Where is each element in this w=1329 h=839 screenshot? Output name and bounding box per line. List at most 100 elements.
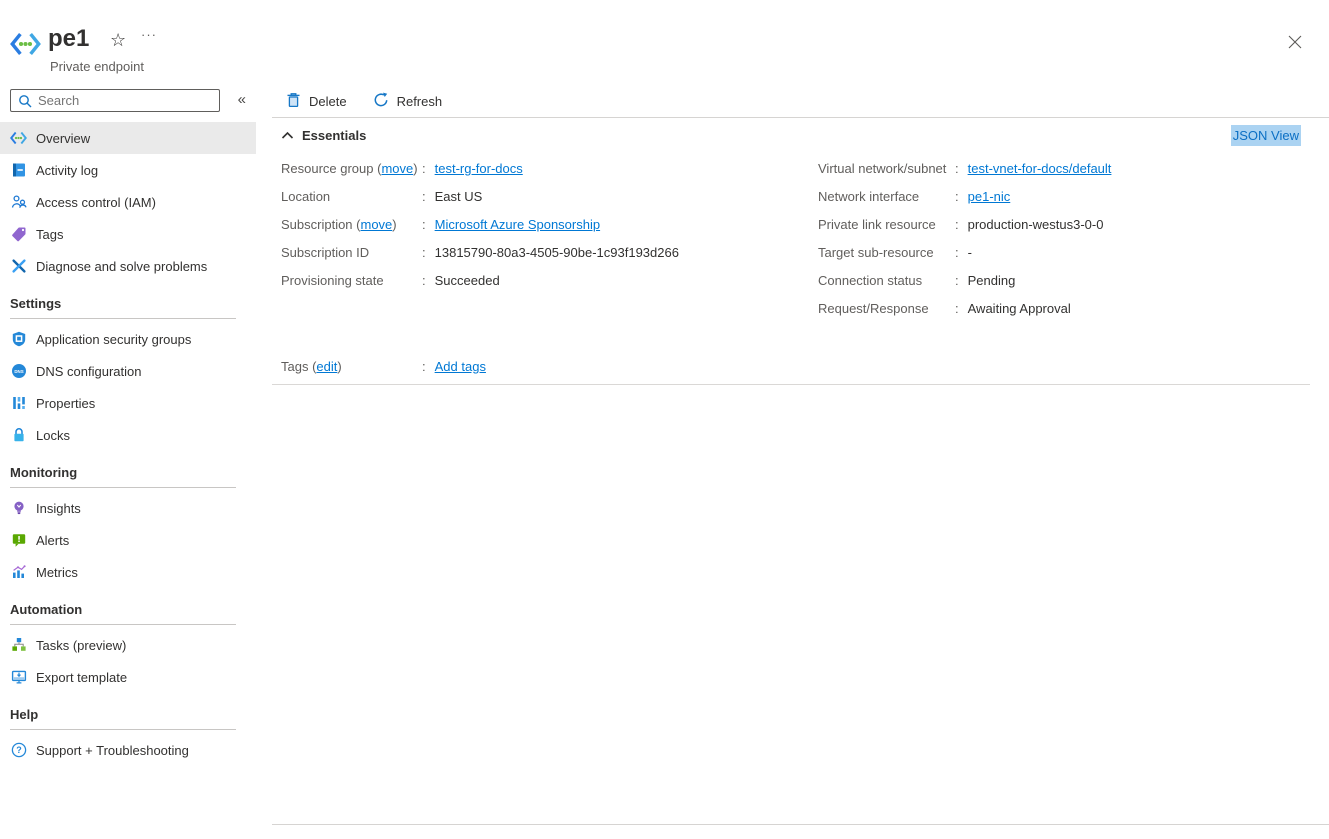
page-header: pe1 ☆ ··· Private endpoint [0,0,1329,86]
search-input[interactable] [38,93,219,108]
sidebar-item-export-template[interactable]: Export template [0,661,256,693]
refresh-icon [373,92,389,111]
sidebar-item-overview[interactable]: Overview [0,122,256,154]
azure-portal-private-endpoint-page: pe1 ☆ ··· Private endpoint « Overview Act… [0,0,1329,839]
essentials-value: Awaiting Approval [968,301,1071,316]
colon-separator: : [955,217,959,232]
more-options-icon[interactable]: ··· [141,27,157,42]
essentials-label: Tags (edit) [281,359,422,374]
essentials-header: Essentials JSON View [256,118,1329,152]
json-view-link[interactable]: JSON View [1231,125,1301,146]
search-icon [18,94,32,108]
properties-icon [10,395,27,412]
section-divider [10,318,236,319]
private-endpoint-icon [10,130,27,147]
sidebar-item-label: Properties [36,396,95,411]
sidebar-section-heading-automation: Automation [0,602,256,624]
svg-text:?: ? [16,745,22,755]
sidebar-item-diagnose-and-solve-problems[interactable]: Diagnose and solve problems [0,250,256,282]
essentials-label: Connection status [818,273,955,288]
sidebar-item-support-troubleshooting[interactable]: ? Support + Troubleshooting [0,734,256,766]
sidebar-item-tasks-preview[interactable]: Tasks (preview) [0,629,256,661]
essentials-value: East US [435,189,483,204]
essentials-label: Provisioning state [281,273,422,288]
page-bottom-divider [272,824,1329,825]
essentials-value-link-microsoft-azure-sponsorship[interactable]: Microsoft Azure Sponsorship [435,217,600,232]
essentials-label: Request/Response [818,301,955,316]
sidebar-item-access-control-iam[interactable]: Access control (IAM) [0,186,256,218]
sidebar-item-label: Support + Troubleshooting [36,743,189,758]
sidebar-item-application-security-groups[interactable]: Application security groups [0,323,256,355]
access-control-icon [10,194,27,211]
colon-separator: : [422,273,426,288]
diagnose-icon [10,258,27,275]
essentials-label-link-edit[interactable]: edit [316,359,337,374]
sidebar-item-label: Alerts [36,533,69,548]
essentials-grid: Resource group (move): test-rg-for-docs Lo… [256,154,1329,322]
page-title: pe1 [48,26,89,52]
sidebar-item-dns-configuration[interactable]: DNS DNS configuration [0,355,256,387]
sidebar-section-heading-help: Help [0,707,256,729]
essentials-row: Tags (edit):Add tags [281,352,1329,380]
essentials-row: Virtual network/subnet: test-vnet-for-doc… [818,154,1329,182]
essentials-bottom-divider [272,384,1310,385]
essentials-value-link-add-tags[interactable]: Add tags [435,359,486,374]
delete-button-label: Delete [309,94,347,109]
sidebar-item-metrics[interactable]: Metrics [0,556,256,588]
essentials-collapse-toggle[interactable]: Essentials [281,128,366,143]
toolbar: Delete Refresh [256,86,1329,117]
essentials-row: Connection status:Pending [818,266,1329,294]
chevron-up-icon [281,128,294,143]
sidebar-item-label: Overview [36,131,90,146]
section-divider [10,487,236,488]
page-subtitle: Private endpoint [50,59,144,74]
refresh-button-label: Refresh [397,94,443,109]
sidebar-section-heading-settings: Settings [0,296,256,318]
essentials-label-link-move[interactable]: move [381,161,413,176]
refresh-button[interactable]: Refresh [373,92,443,111]
colon-separator: : [955,161,959,176]
sidebar-item-activity-log[interactable]: Activity log [0,154,256,186]
sidebar-item-tags[interactable]: Tags [0,218,256,250]
collapse-sidebar-icon[interactable]: « [235,91,249,108]
essentials-label: Network interface [818,189,955,204]
essentials-label: Virtual network/subnet [818,161,955,176]
essentials-row: Provisioning state: Succeeded [281,266,818,294]
sidebar-item-label: Tasks (preview) [36,638,126,653]
colon-separator: : [422,217,426,232]
colon-separator: : [955,273,959,288]
essentials-value-link-test-vnet-for-docs-default[interactable]: test-vnet-for-docs/default [968,161,1112,176]
delete-button[interactable]: Delete [286,92,347,111]
application-security-groups-icon [10,331,27,348]
sidebar-menu: Overview Activity logAccess control (IAM)… [0,122,256,766]
colon-separator: : [955,301,959,316]
support-icon: ? [10,742,27,759]
sidebar-item-alerts[interactable]: Alerts [0,524,256,556]
delete-icon [286,92,301,111]
sidebar: « Overview Activity logAccess control (IA… [0,86,256,839]
essentials-value: 13815790-80a3-4505-90be-1c93f193d266 [435,245,679,260]
essentials-value: - [968,245,972,260]
svg-text:DNS: DNS [14,369,23,374]
essentials-label: Resource group (move) [281,161,422,176]
sidebar-item-label: DNS configuration [36,364,142,379]
sidebar-item-locks[interactable]: Locks [0,419,256,451]
sidebar-search-row: « [0,86,256,119]
locks-icon [10,427,27,444]
sidebar-item-label: Diagnose and solve problems [36,259,207,274]
section-divider [10,729,236,730]
tags-row: Tags (edit):Add tags [256,352,1329,380]
essentials-label: Private link resource [818,217,955,232]
essentials-label-link-move[interactable]: move [360,217,392,232]
sidebar-item-properties[interactable]: Properties [0,387,256,419]
essentials-row: Network interface:pe1-nic [818,182,1329,210]
essentials-value: Succeeded [435,273,500,288]
essentials-value-link-pe1-nic[interactable]: pe1-nic [968,189,1011,204]
sidebar-item-insights[interactable]: Insights [0,492,256,524]
close-icon[interactable] [1281,28,1309,56]
favorite-star-icon[interactable]: ☆ [110,31,126,49]
alerts-icon [10,532,27,549]
essentials-label: Location [281,189,422,204]
essentials-title: Essentials [302,128,366,143]
essentials-value-link-test-rg-for-docs[interactable]: test-rg-for-docs [435,161,523,176]
